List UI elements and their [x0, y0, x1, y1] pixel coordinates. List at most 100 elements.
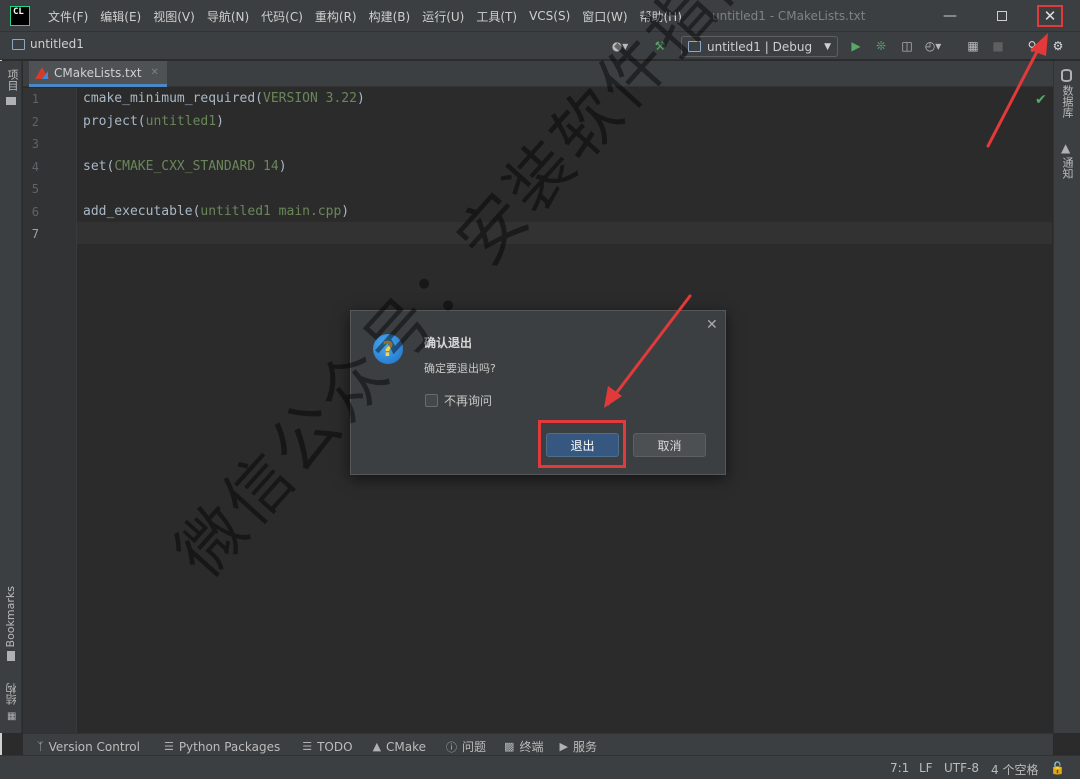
clion-logo-icon: CL	[10, 6, 30, 26]
line-number: 4	[31, 160, 39, 174]
code-line: set(CMAKE_CXX_STANDARD 14)	[83, 159, 287, 174]
project-tool-label[interactable]: 项目	[4, 69, 20, 91]
menu-vcs[interactable]: VCS(S)	[523, 9, 576, 23]
tab-cmake[interactable]: ▲ CMake	[373, 740, 426, 754]
question-icon: ?	[373, 334, 403, 364]
run-config-label: untitled1 | Debug	[707, 39, 813, 54]
chevron-down-icon: ▼	[824, 41, 831, 52]
line-number: 2	[31, 115, 39, 129]
tab-label: CMakeLists.txt	[54, 65, 142, 80]
project-folder-icon	[12, 38, 25, 50]
code-line: add_executable(untitled1 main.cpp)	[83, 204, 350, 219]
profile-icon[interactable]: ◴▾	[925, 38, 942, 54]
menu-run[interactable]: 运行(U)	[416, 8, 470, 25]
project-breadcrumb[interactable]: untitled1	[12, 37, 84, 51]
layers-icon: ☰	[163, 740, 174, 753]
line-number: 5	[31, 182, 39, 196]
dialog-close-icon[interactable]: ✕	[706, 317, 718, 333]
tab-close-icon[interactable]: ✕	[151, 67, 159, 78]
terminal-icon: ▩	[504, 740, 515, 753]
menu-window[interactable]: 窗口(W)	[576, 8, 633, 25]
tab-services[interactable]: ▶ 服务	[559, 738, 596, 755]
tab-terminal[interactable]: ▩ 终端	[504, 738, 543, 755]
tab-todo[interactable]: ☰ TODO	[302, 740, 352, 754]
status-bar: 7:1 LF UTF-8 4 个空格 🔓	[0, 755, 1080, 779]
inspection-ok-icon[interactable]: ✔	[1035, 92, 1047, 108]
code-line: project(untitled1)	[83, 114, 224, 129]
user-icon[interactable]: ●▾	[612, 38, 629, 54]
menu-edit[interactable]: 编辑(E)	[94, 8, 147, 25]
dialog-title: 确认退出	[424, 336, 473, 350]
line-number-gutter: 1 2 3 4 5 6 7	[23, 88, 77, 733]
debug-icon[interactable]: ❊	[873, 38, 889, 54]
line-number-current: 7	[31, 227, 39, 241]
project-name: untitled1	[30, 37, 84, 51]
search-icon[interactable]: ⚲	[1024, 38, 1040, 54]
line-number: 6	[31, 205, 39, 219]
minimize-icon: —	[943, 8, 957, 24]
tab-problems[interactable]: ⓘ 问题	[446, 738, 486, 755]
structure-icon: ▦	[7, 711, 17, 722]
bookmarks-tool-label[interactable]: Bookmarks	[4, 586, 17, 647]
attach-debugger-icon[interactable]: ▦	[965, 38, 981, 54]
exit-button[interactable]: 退出	[546, 433, 619, 457]
menu-tools[interactable]: 工具(T)	[470, 8, 523, 25]
tab-cmakelists[interactable]: CMakeLists.txt ✕	[29, 61, 167, 87]
stop-icon[interactable]: ■	[990, 38, 1006, 54]
tab-python-packages[interactable]: ☰ Python Packages	[164, 740, 280, 754]
menu-refactor[interactable]: 重构(R)	[309, 8, 363, 25]
checkbox-box[interactable]	[425, 394, 438, 407]
maximize-button[interactable]	[982, 0, 1022, 32]
caret-position[interactable]: 7:1	[890, 761, 909, 775]
bell-icon: ▲	[1061, 141, 1071, 155]
code-line: cmake_minimum_required(VERSION 3.22)	[83, 91, 365, 106]
lock-icon[interactable]: 🔓	[1050, 761, 1065, 775]
notifications-tool-label[interactable]: 通知	[1059, 157, 1075, 179]
checkbox-label: 不再询问	[444, 394, 493, 408]
line-separator[interactable]: LF	[919, 761, 933, 775]
build-hammer-icon[interactable]: ⚒	[652, 38, 668, 54]
project-tool-icon	[6, 97, 16, 105]
minimize-button[interactable]: —	[930, 0, 970, 32]
cmake-icon: ▲	[372, 740, 382, 753]
current-line-highlight	[77, 222, 1052, 244]
config-icon	[688, 41, 701, 52]
database-icon	[1061, 69, 1072, 82]
gear-icon[interactable]: ⚙	[1050, 38, 1066, 54]
close-window-button[interactable]: ✕	[1037, 5, 1063, 27]
window-title: untitled1 - CMakeLists.txt	[712, 9, 866, 23]
list-icon: ☰	[302, 740, 313, 753]
close-icon: ✕	[1043, 7, 1057, 25]
navigation-toolbar: untitled1 ●▾ ⚒ untitled1 | Debug ▼ ▶ ❊ ◫…	[0, 32, 1080, 60]
run-configuration-select[interactable]: untitled1 | Debug ▼	[681, 36, 838, 57]
branch-icon: ᛉ	[37, 740, 44, 753]
database-tool-label[interactable]: 数据库	[1059, 85, 1075, 118]
menu-navigate[interactable]: 导航(N)	[201, 8, 255, 25]
indent-setting[interactable]: 4 个空格	[991, 761, 1038, 778]
coverage-icon[interactable]: ◫	[899, 38, 915, 54]
structure-tool-label[interactable]: 结构	[4, 683, 20, 705]
cmake-file-icon	[35, 66, 49, 79]
line-number: 1	[31, 92, 39, 106]
menu-help[interactable]: 帮助(H)	[634, 8, 688, 25]
menu-code[interactable]: 代码(C)	[255, 8, 309, 25]
run-icon[interactable]: ▶	[848, 38, 864, 54]
tab-version-control[interactable]: ᛉ Version Control	[37, 740, 140, 754]
menu-bar: 文件(F) 编辑(E) 视图(V) 导航(N) 代码(C) 重构(R) 构建(B…	[42, 0, 688, 32]
cancel-button[interactable]: 取消	[633, 433, 706, 457]
dialog-message: 确定要退出吗?	[424, 362, 496, 375]
confirm-exit-dialog: ✕ ? 确认退出 确定要退出吗? 不再询问 退出 取消	[350, 310, 726, 475]
left-tool-strip: 项目 Bookmarks 结构 ▦	[0, 61, 22, 733]
menu-view[interactable]: 视图(V)	[147, 8, 201, 25]
title-bar: CL 文件(F) 编辑(E) 视图(V) 导航(N) 代码(C) 重构(R) 构…	[0, 0, 1080, 32]
line-number: 3	[31, 137, 39, 151]
menu-file[interactable]: 文件(F)	[42, 8, 94, 25]
maximize-icon	[997, 11, 1007, 21]
editor-tab-bar: CMakeLists.txt ✕	[23, 61, 1053, 87]
logo-text: CL	[13, 7, 24, 17]
bookmark-icon	[7, 651, 15, 661]
info-icon: ⓘ	[446, 740, 458, 754]
menu-build[interactable]: 构建(B)	[363, 8, 417, 25]
dont-ask-again-checkbox[interactable]: 不再询问	[425, 392, 492, 409]
file-encoding[interactable]: UTF-8	[944, 761, 979, 775]
